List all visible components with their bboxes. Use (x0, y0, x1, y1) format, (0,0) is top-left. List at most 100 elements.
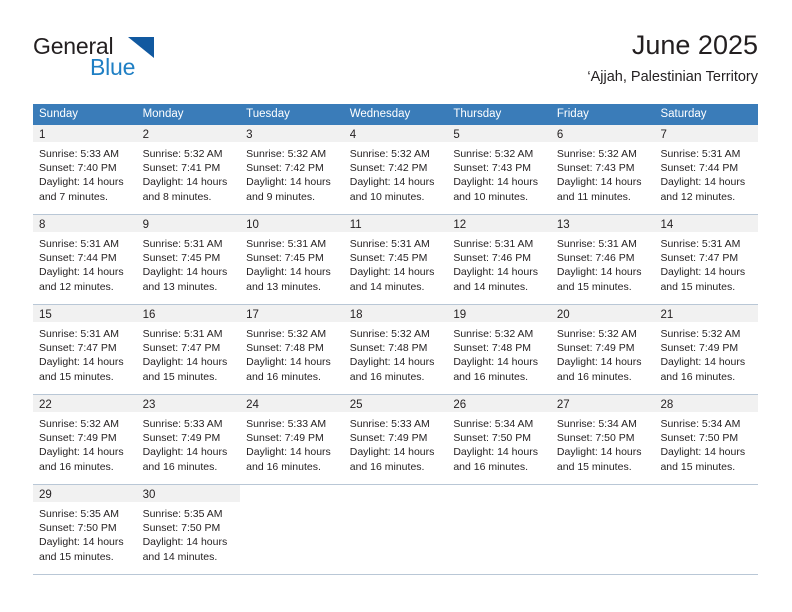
day-number: 11 (349, 219, 362, 231)
day-cell[interactable]: 14 Sunrise: 5:31 AM Sunset: 7:47 PM Dayl… (654, 215, 759, 304)
day-cell[interactable]: 27 Sunrise: 5:34 AM Sunset: 7:50 PM Dayl… (550, 395, 655, 484)
day-cell[interactable]: 12 Sunrise: 5:31 AM Sunset: 7:46 PM Dayl… (447, 215, 551, 304)
daylight-text-line1: Daylight: 14 hours (660, 446, 746, 459)
day-cell[interactable]: 6 Sunrise: 5:32 AM Sunset: 7:43 PM Dayli… (550, 125, 655, 214)
page-title: June 2025 (631, 30, 758, 60)
day-details: Sunrise: 5:33 AM Sunset: 7:40 PM Dayligh… (33, 142, 137, 204)
sunrise-text: Sunrise: 5:34 AM (453, 418, 534, 430)
daylight-text-line2: and 15 minutes. (39, 550, 114, 563)
day-cell[interactable]: 23 Sunrise: 5:33 AM Sunset: 7:49 PM Dayl… (136, 395, 241, 484)
daylight-text-line2: and 13 minutes. (142, 280, 218, 293)
day-cell[interactable]: 18 Sunrise: 5:32 AM Sunset: 7:48 PM Dayl… (343, 305, 448, 394)
day-cell[interactable]: 20 Sunrise: 5:32 AM Sunset: 7:49 PM Dayl… (550, 305, 655, 394)
weekday-header-thursday: Thursday (453, 108, 502, 120)
daylight-text-line1: Daylight: 14 hours (349, 176, 435, 189)
day-cell[interactable]: 2 Sunrise: 5:32 AM Sunset: 7:41 PM Dayli… (136, 125, 241, 214)
sunrise-text: Sunrise: 5:31 AM (556, 238, 637, 250)
day-number-band: 4 (343, 125, 448, 142)
day-cell[interactable]: 1 Sunrise: 5:33 AM Sunset: 7:40 PM Dayli… (33, 125, 137, 214)
daylight-text-line2: and 10 minutes. (349, 190, 425, 203)
sunrise-text: Sunrise: 5:35 AM (142, 508, 223, 520)
day-number: 26 (453, 399, 467, 411)
sunset-text: Sunset: 7:42 PM (349, 162, 428, 175)
day-number-band: 13 (550, 215, 655, 232)
day-cell[interactable]: 10 Sunrise: 5:31 AM Sunset: 7:45 PM Dayl… (240, 215, 344, 304)
day-number: 25 (349, 399, 363, 411)
day-details: Sunrise: 5:32 AM Sunset: 7:42 PM Dayligh… (344, 142, 448, 204)
daylight-text-line1: Daylight: 14 hours (349, 266, 435, 279)
day-number-band (551, 485, 655, 502)
weekday-header-tuesday: Tuesday (246, 108, 290, 120)
day-number-band: 25 (343, 395, 448, 412)
day-number: 8 (39, 219, 46, 231)
day-details: Sunrise: 5:31 AM Sunset: 7:46 PM Dayligh… (551, 232, 655, 294)
day-details: Sunrise: 5:32 AM Sunset: 7:48 PM Dayligh… (447, 322, 551, 384)
day-number: 28 (660, 399, 674, 411)
daylight-text-line1: Daylight: 14 hours (39, 536, 124, 549)
day-cell[interactable]: 15 Sunrise: 5:31 AM Sunset: 7:47 PM Dayl… (33, 305, 137, 394)
day-cell-empty (447, 485, 551, 574)
daylight-text-line2: and 10 minutes. (453, 190, 529, 203)
day-cell[interactable]: 5 Sunrise: 5:32 AM Sunset: 7:43 PM Dayli… (447, 125, 551, 214)
day-number-band: 11 (343, 215, 448, 232)
week-row: 29 Sunrise: 5:35 AM Sunset: 7:50 PM Dayl… (33, 485, 758, 575)
day-cell[interactable]: 26 Sunrise: 5:34 AM Sunset: 7:50 PM Dayl… (447, 395, 551, 484)
day-cell[interactable]: 8 Sunrise: 5:31 AM Sunset: 7:44 PM Dayli… (33, 215, 137, 304)
sunset-text: Sunset: 7:50 PM (556, 432, 635, 445)
generalblue-logo[interactable]: General Blue (33, 33, 243, 91)
day-number-band: 20 (550, 305, 655, 322)
sunrise-text: Sunrise: 5:35 AM (39, 508, 119, 520)
weekday-header-row: Sunday Monday Tuesday Wednesday Thursday… (33, 104, 758, 125)
day-details: Sunrise: 5:32 AM Sunset: 7:48 PM Dayligh… (344, 322, 448, 384)
sunrise-text: Sunrise: 5:32 AM (246, 328, 327, 340)
day-cell[interactable]: 29 Sunrise: 5:35 AM Sunset: 7:50 PM Dayl… (33, 485, 137, 574)
sunrise-text: Sunrise: 5:34 AM (660, 418, 741, 430)
daylight-text-line2: and 16 minutes. (246, 370, 321, 383)
day-number-band: 5 (447, 125, 551, 142)
sunset-text: Sunset: 7:50 PM (39, 522, 117, 535)
day-number-band (447, 485, 551, 502)
day-number-band: 29 (33, 485, 137, 502)
sunset-text: Sunset: 7:44 PM (660, 162, 739, 175)
day-cell[interactable]: 4 Sunrise: 5:32 AM Sunset: 7:42 PM Dayli… (343, 125, 448, 214)
sunrise-text: Sunrise: 5:33 AM (39, 148, 119, 160)
day-cell[interactable]: 30 Sunrise: 5:35 AM Sunset: 7:50 PM Dayl… (136, 485, 241, 574)
sunset-text: Sunset: 7:40 PM (39, 162, 117, 175)
sunset-text: Sunset: 7:49 PM (142, 432, 221, 445)
day-number-band: 16 (136, 305, 241, 322)
day-number-band (240, 485, 344, 502)
sunrise-text: Sunrise: 5:32 AM (246, 148, 327, 160)
title-block: June 2025 ‘Ajjah, Palestinian Territory (587, 28, 758, 88)
day-cell[interactable]: 21 Sunrise: 5:32 AM Sunset: 7:49 PM Dayl… (654, 305, 759, 394)
day-cell[interactable]: 3 Sunrise: 5:32 AM Sunset: 7:42 PM Dayli… (240, 125, 344, 214)
day-number-band: 22 (33, 395, 137, 412)
sunrise-text: Sunrise: 5:32 AM (556, 328, 637, 340)
day-cell-empty (654, 485, 758, 574)
daylight-text-line1: Daylight: 14 hours (349, 356, 435, 369)
day-cell[interactable]: 19 Sunrise: 5:32 AM Sunset: 7:48 PM Dayl… (447, 305, 551, 394)
day-cell[interactable]: 7 Sunrise: 5:31 AM Sunset: 7:44 PM Dayli… (654, 125, 759, 214)
week-row: 8 Sunrise: 5:31 AM Sunset: 7:44 PM Dayli… (33, 215, 759, 305)
daylight-text-line2: and 16 minutes. (142, 460, 218, 473)
day-number: 30 (142, 489, 156, 501)
day-number: 4 (349, 129, 357, 141)
day-cell[interactable]: 25 Sunrise: 5:33 AM Sunset: 7:49 PM Dayl… (343, 395, 448, 484)
day-cell[interactable]: 13 Sunrise: 5:31 AM Sunset: 7:46 PM Dayl… (550, 215, 655, 304)
day-number: 5 (453, 129, 460, 141)
sunset-text: Sunset: 7:42 PM (246, 162, 324, 175)
day-details: Sunrise: 5:31 AM Sunset: 7:44 PM Dayligh… (33, 232, 137, 294)
day-details: Sunrise: 5:31 AM Sunset: 7:45 PM Dayligh… (344, 232, 448, 294)
sunset-text: Sunset: 7:50 PM (453, 432, 531, 445)
day-cell[interactable]: 9 Sunrise: 5:31 AM Sunset: 7:45 PM Dayli… (136, 215, 241, 304)
day-cell[interactable]: 28 Sunrise: 5:34 AM Sunset: 7:50 PM Dayl… (654, 395, 759, 484)
day-cell[interactable]: 24 Sunrise: 5:33 AM Sunset: 7:49 PM Dayl… (240, 395, 344, 484)
weekday-header-monday: Monday (142, 108, 184, 120)
day-details: Sunrise: 5:31 AM Sunset: 7:47 PM Dayligh… (33, 322, 137, 384)
day-cell[interactable]: 11 Sunrise: 5:31 AM Sunset: 7:45 PM Dayl… (343, 215, 448, 304)
day-cell[interactable]: 17 Sunrise: 5:32 AM Sunset: 7:48 PM Dayl… (240, 305, 344, 394)
day-cell[interactable]: 16 Sunrise: 5:31 AM Sunset: 7:47 PM Dayl… (136, 305, 241, 394)
sunrise-text: Sunrise: 5:34 AM (556, 418, 637, 430)
day-cell[interactable]: 22 Sunrise: 5:32 AM Sunset: 7:49 PM Dayl… (33, 395, 137, 484)
day-number-band: 10 (240, 215, 344, 232)
sunset-text: Sunset: 7:43 PM (556, 162, 635, 175)
